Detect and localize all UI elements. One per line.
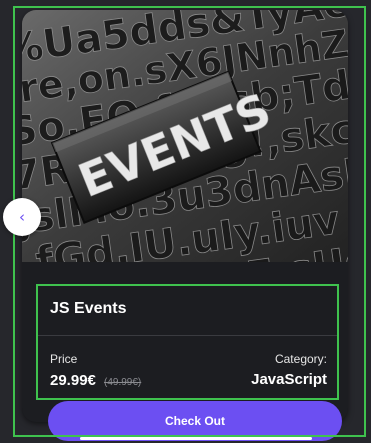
category-label: Category: xyxy=(274,352,327,366)
chevron-left-icon: ‹ xyxy=(19,207,25,226)
events-type-image: %Ua5dds&TyAeAa ,re,on.sX6JNnhZ!c So,EQ.f… xyxy=(22,10,348,262)
price-label: Price xyxy=(50,352,78,366)
checkout-button[interactable]: Check Out xyxy=(48,401,342,441)
checkout-underline xyxy=(80,437,312,440)
product-title: JS Events xyxy=(50,300,127,317)
product-image: %Ua5dds&TyAeAa ,re,on.sX6JNnhZ!c So,EQ.f… xyxy=(22,10,348,262)
price-original: (49.99€) xyxy=(103,377,142,388)
divider xyxy=(38,335,337,336)
product-details: JS Events Price 29.99€ (49.99€) Category… xyxy=(22,262,348,422)
product-carousel: %Ua5dds&TyAeAa ,re,on.sX6JNnhZ!c So,EQ.f… xyxy=(0,0,371,443)
price-current: 29.99€ xyxy=(50,372,96,389)
product-card[interactable]: %Ua5dds&TyAeAa ,re,on.sX6JNnhZ!c So,EQ.f… xyxy=(22,10,348,422)
carousel-prev-button[interactable]: ‹ xyxy=(3,198,41,236)
category-value: JavaScript xyxy=(251,371,327,388)
product-info-box: JS Events Price 29.99€ (49.99€) Category… xyxy=(36,284,339,400)
price-row: 29.99€ (49.99€) xyxy=(50,370,141,389)
